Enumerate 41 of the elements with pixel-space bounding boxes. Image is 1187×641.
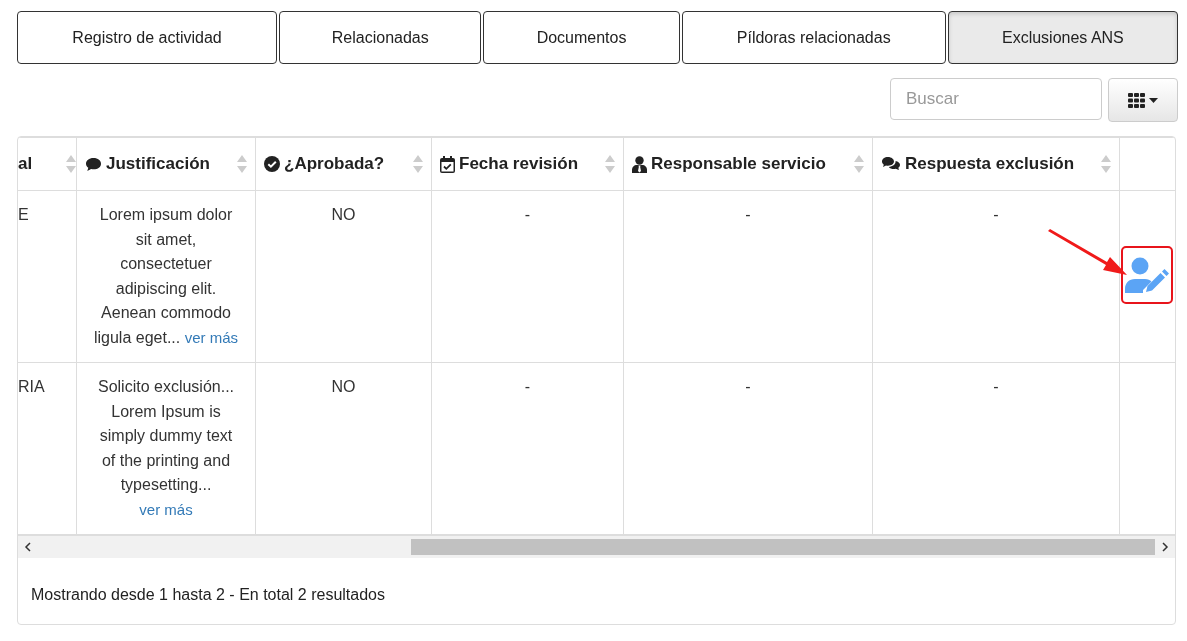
user-edit-icon <box>1125 257 1169 293</box>
sort-icon[interactable] <box>854 155 864 173</box>
speech-bubble-icon <box>85 156 102 172</box>
columns-button[interactable] <box>1108 78 1178 122</box>
table-cell: - <box>745 378 751 395</box>
see-more-link[interactable]: ver más <box>184 328 239 346</box>
caret-icon <box>1149 97 1158 103</box>
calendar-icon <box>440 155 455 173</box>
results-summary: Mostrando desde 1 hasta 2 - En total 2 resultados <box>31 586 385 603</box>
tab[interactable]: Registro de actividad <box>17 11 278 64</box>
check-circle-icon <box>264 156 280 172</box>
table-cell: - <box>993 378 999 395</box>
justification-text: Solicito exclusión... Lorem Ipsum is simply dummy text of the printing and typesetting... ver más <box>97 378 235 518</box>
sort-icon[interactable] <box>1101 155 1111 173</box>
edit-user-button[interactable] <box>1121 246 1173 304</box>
person-icon <box>632 155 647 173</box>
table-cell: RIA <box>18 378 45 395</box>
scroll-right-icon[interactable] <box>1161 542 1169 552</box>
sort-icon[interactable] <box>605 155 615 173</box>
sort-icon[interactable] <box>237 155 247 173</box>
scroll-left-icon[interactable] <box>24 542 32 552</box>
column-header[interactable]: al <box>18 154 33 174</box>
tab[interactable]: Documentos <box>483 11 680 64</box>
grid-icon <box>1128 92 1145 108</box>
tab[interactable]: Exclusiones ANS <box>947 11 1178 64</box>
tab[interactable]: Relacionadas <box>279 11 482 64</box>
chat-bubbles-icon <box>881 156 901 172</box>
search-field[interactable]: Buscar <box>890 78 1102 120</box>
justification-text: Lorem ipsum dolor sit amet, consectetuer adipiscing elit. Aenean commodo ligula eget... ver más <box>93 206 239 346</box>
table-cell: - <box>524 206 531 223</box>
tab[interactable]: Píldoras relacionadas <box>681 11 946 64</box>
scrollbar-thumb[interactable] <box>411 539 1155 555</box>
table-cell: - <box>993 206 999 223</box>
sort-icon[interactable] <box>66 155 76 173</box>
table-cell: E <box>18 206 29 223</box>
table-cell: - <box>745 206 751 223</box>
table-cell: NO <box>331 206 356 223</box>
see-more-link[interactable]: ver más <box>139 500 193 518</box>
table-cell: - <box>524 378 531 395</box>
sort-icon[interactable] <box>413 155 423 173</box>
table-cell: NO <box>331 378 356 395</box>
